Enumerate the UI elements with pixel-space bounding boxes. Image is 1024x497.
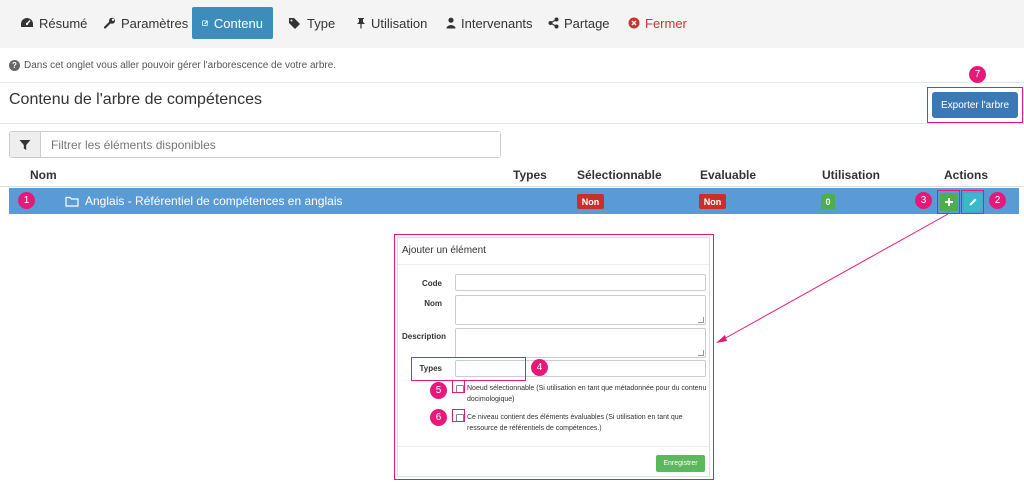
column-header-utilisation: Utilisation: [822, 168, 881, 182]
annotation-badge-4: 4: [531, 359, 548, 376]
tree-node-label[interactable]: Anglais - Référentiel de compétences en …: [65, 194, 342, 208]
evaluable-badge: Non: [699, 194, 726, 209]
tab-label: Paramètres: [121, 15, 189, 31]
page-title: Contenu de l'arbre de compétences: [9, 91, 262, 108]
tags-icon: [289, 18, 300, 29]
annotation-badge-1: 1: [18, 192, 35, 209]
column-header-selectionnable: Sélectionnable: [577, 168, 662, 182]
column-header-types: Types: [513, 168, 547, 182]
column-header-actions: Actions: [944, 168, 989, 182]
help-text: ? Dans cet onglet vous aller pouvoir gér…: [9, 60, 336, 71]
tab-label: Fermer: [645, 15, 687, 31]
annotation-box-4: [411, 357, 526, 381]
filter-group: [9, 131, 501, 158]
annotation-box-7: [927, 87, 1023, 123]
selectionnable-badge: Non: [577, 194, 604, 209]
annotation-box-3: [937, 190, 960, 214]
edit-icon: [202, 20, 209, 27]
table-header-divider: [0, 186, 1024, 187]
tab-fermer[interactable]: Fermer: [628, 7, 687, 39]
table-row[interactable]: Anglais - Référentiel de compétences en …: [9, 188, 1019, 214]
divider: [0, 123, 1024, 124]
tab-label: Type: [307, 15, 336, 31]
tab-label: Résumé: [39, 15, 88, 31]
annotation-badge-6: 6: [430, 409, 447, 426]
question-circle-icon: ?: [9, 60, 20, 71]
annotation-badge-3: 3: [915, 192, 932, 209]
close-circle-icon: [628, 17, 640, 29]
column-header-nom: Nom: [30, 168, 57, 182]
annotation-box-5: [452, 380, 465, 393]
annotation-badge-7: 7: [969, 66, 986, 83]
filter-input[interactable]: [41, 132, 500, 157]
tab-parametres[interactable]: Paramètres: [104, 7, 188, 39]
filter-addon[interactable]: [10, 132, 41, 157]
annotation-badge-5: 5: [430, 382, 447, 399]
pushpin-icon: [357, 18, 365, 29]
utilisation-badge: 0: [821, 194, 835, 209]
help-message: Dans cet onglet vous aller pouvoir gérer…: [24, 60, 337, 71]
tab-bar: Résumé Paramètres Contenu Type Utilisati…: [0, 0, 1024, 48]
folder-icon: [65, 196, 79, 207]
annotation-badge-2: 2: [989, 192, 1006, 209]
annotation-box-2: [961, 190, 984, 214]
tree-node-text: Anglais - Référentiel de compétences en …: [85, 194, 343, 208]
tab-label: Utilisation: [371, 15, 428, 31]
tab-label: Partage: [564, 15, 610, 31]
tab-utilisation[interactable]: Utilisation: [356, 7, 427, 39]
tab-type[interactable]: Type: [288, 7, 335, 39]
share-icon: [548, 17, 559, 29]
tab-contenu[interactable]: Contenu: [192, 7, 273, 39]
dashboard-icon: [21, 18, 33, 27]
divider: [0, 82, 1024, 83]
column-header-evaluable: Evaluable: [700, 168, 757, 182]
wrench-icon: [104, 17, 115, 29]
tab-partage[interactable]: Partage: [548, 7, 610, 39]
user-icon: [446, 17, 456, 29]
tab-resume[interactable]: Résumé: [20, 7, 87, 39]
tab-label: Contenu: [213, 15, 263, 31]
annotation-box-6: [452, 409, 465, 422]
filter-icon: [19, 139, 31, 150]
tab-intervenants[interactable]: Intervenants: [446, 7, 533, 39]
tab-label: Intervenants: [461, 15, 533, 31]
